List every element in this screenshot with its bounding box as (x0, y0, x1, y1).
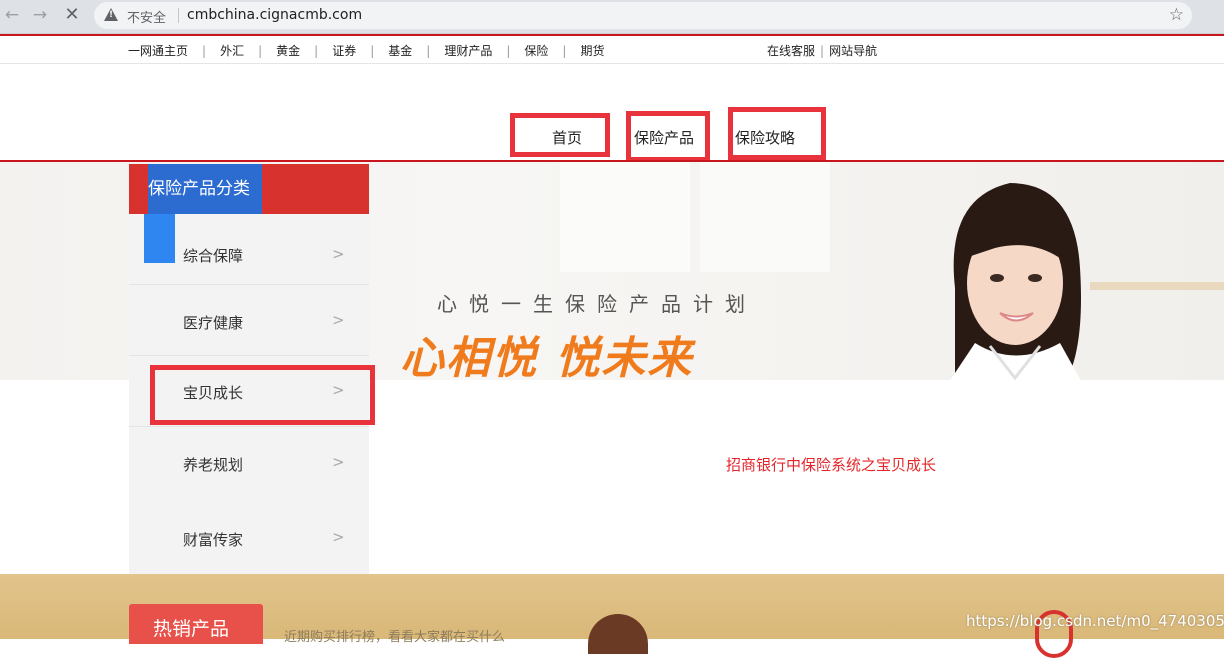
back-arrow-icon[interactable]: ← (0, 3, 24, 27)
banner-window (700, 162, 830, 272)
top-link-securities[interactable]: 证券 (332, 42, 356, 59)
sidebar-item-label: 医疗健康 (183, 314, 244, 332)
forward-arrow-icon[interactable]: → (28, 3, 52, 27)
sidebar-item-retirement[interactable]: 养老规划 > (129, 427, 369, 502)
top-link-funds[interactable]: 基金 (388, 42, 412, 59)
top-link-futures[interactable]: 期货 (580, 42, 604, 59)
warning-icon[interactable] (104, 8, 118, 21)
top-link-site-map[interactable]: 网站导航 (829, 44, 877, 58)
banner-slogan: 心相悦 悦未来 (400, 333, 694, 380)
hot-products-subtitle: 近期购买排行榜，看看大家都在买什么 (284, 630, 506, 645)
bookmark-star-icon[interactable]: ☆ (1169, 5, 1184, 25)
chevron-right-icon: > (332, 453, 345, 471)
banner-subtitle: 心悦一生保险产品计划 (437, 292, 757, 316)
sidebar-header: 保险产品分类 (129, 164, 369, 214)
top-link-wealth[interactable]: 理财产品 (444, 42, 492, 59)
hot-products-section: 热销产品 近期购买排行榜，看看大家都在买什么 https://blog.csdn… (0, 574, 1224, 658)
top-link-forex[interactable]: 外汇 (220, 42, 244, 59)
nav-insurance-guides[interactable]: 保险攻略 (735, 127, 795, 148)
sidebar-item-label: 综合保障 (183, 247, 244, 265)
sidebar-item-label: 养老规划 (183, 456, 244, 474)
hot-products-tab[interactable]: 热销产品 (129, 604, 263, 644)
url-divider (178, 8, 179, 23)
top-link-online-service[interactable]: 在线客服 (767, 44, 815, 58)
hot-products-label: 热销产品 (153, 618, 230, 640)
nav-home[interactable]: 首页 (552, 127, 582, 148)
sidebar-item-label: 财富传家 (183, 531, 244, 549)
sidebar-item-wealth[interactable]: 财富传家 > (129, 502, 369, 574)
top-nav-right: 在线客服 | 网站导航 (767, 44, 878, 58)
site-top-nav: 一网通主页 | 外汇 | 黄金 | 证券 | 基金 | 理财产品 | 保险 | 期货 在线客服 | 网站导航 (0, 34, 1224, 64)
top-link-insurance[interactable]: 保险 (524, 42, 548, 59)
chevron-right-icon: > (332, 311, 345, 329)
watermark: https://blog.csdn.net/m0_47403059 (966, 612, 1224, 630)
sidebar-title: 保险产品分类 (148, 164, 262, 214)
chevron-right-icon: > (332, 528, 345, 546)
browser-toolbar: ← → ✕ 不安全 cmbchina.cignacmb.com ☆ (0, 0, 1224, 34)
top-link-home[interactable]: 一网通主页 (128, 42, 188, 59)
banner-shelf (1090, 282, 1224, 290)
content-caption: 招商银行中保险系统之宝贝成长 (726, 456, 937, 474)
sidebar-item-medical[interactable]: 医疗健康 > (129, 285, 369, 355)
annotation-box-child-growth (150, 365, 375, 425)
banner-window (560, 162, 690, 272)
chevron-right-icon: > (332, 245, 345, 263)
top-link-gold[interactable]: 黄金 (276, 42, 300, 59)
url-text[interactable]: cmbchina.cignacmb.com (187, 7, 362, 23)
sidebar-item-comprehensive[interactable]: 综合保障 > (129, 214, 369, 284)
stop-loading-icon[interactable]: ✕ (60, 3, 84, 27)
model-photo (950, 183, 1081, 380)
top-nav-links: 一网通主页 | 外汇 | 黄金 | 证券 | 基金 | 理财产品 | 保险 | 期货 (128, 42, 605, 59)
nav-insurance-products[interactable]: 保险产品 (634, 127, 694, 148)
character-illustration (588, 614, 648, 654)
address-bar[interactable]: 不安全 cmbchina.cignacmb.com ☆ (94, 2, 1192, 29)
security-label[interactable]: 不安全 (127, 7, 166, 26)
